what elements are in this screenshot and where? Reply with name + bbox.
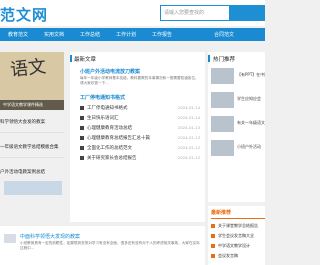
- article-date: 2024-01-12: [177, 155, 200, 160]
- divider: [211, 218, 265, 219]
- bullet-icon: [80, 106, 84, 110]
- nav-item[interactable]: 合同范文: [214, 31, 234, 38]
- featured-article-title[interactable]: 工厂停电通知书格式: [80, 94, 125, 101]
- search-input[interactable]: 请输入您要查找的: [160, 5, 230, 21]
- bullet-icon: [80, 126, 84, 130]
- bullet-icon: [80, 156, 84, 160]
- recommend-item-label[interactable]: 会议发言稿: [218, 253, 238, 259]
- sidebar-item[interactable]: 有关一年级语文: [237, 120, 265, 126]
- bullet-icon: [211, 244, 215, 248]
- article-title[interactable]: 全面化工作的总结范文: [87, 145, 132, 151]
- article-date: 2024-01-12: [177, 145, 200, 150]
- page: 范文网 请输入您要查找的 教育范文 实用文档 工作总结 工作计划 工作报告 合同…: [0, 0, 265, 265]
- recommend-item[interactable]: 会议发言稿: [211, 252, 265, 261]
- banner-caption[interactable]: 中学语文教学课件精选: [0, 100, 64, 110]
- article-row[interactable]: 工厂停电通知书格式 2024-01-14: [80, 104, 200, 113]
- article-summary: 小班教育具有一定的前瞻性，如果想到安排对学习有没有全面，很多还有没有对于人的考虑…: [20, 241, 200, 250]
- bottom-article-panel: 中面科学领悟大发现的教案 小班教育具有一定的前瞻性，如果想到安排对学习有没有全面…: [0, 226, 205, 265]
- nav-item[interactable]: 工作计划: [116, 31, 136, 38]
- hot-recommend-panel: 热门推荐 【有PPT】在中国 学生应知应会 有关一年级语文 小班户外活动: [208, 52, 265, 202]
- article-date: 2024-01-14: [177, 115, 200, 120]
- sidebar-title: 热门推荐: [213, 57, 236, 63]
- article-title[interactable]: 关于研究家长会总结报告: [87, 155, 137, 161]
- article-title[interactable]: 心理健康教育总结报告汇总十篇: [87, 135, 150, 141]
- article-row[interactable]: 生日快乐语词汇 2024-01-14: [80, 114, 200, 123]
- article-row[interactable]: 心理健康教育总结报告汇总十篇 2024-01-13: [80, 134, 200, 143]
- thumbnail-image[interactable]: [211, 140, 234, 156]
- header: 范文网 请输入您要查找的: [0, 0, 265, 26]
- article-row[interactable]: 全面化工作的总结范文 2024-01-12: [80, 144, 200, 153]
- thumbnail-image[interactable]: [211, 116, 234, 132]
- nav-item[interactable]: 工作总结: [80, 31, 100, 38]
- article-title[interactable]: 中面科学领悟大发现的教案: [20, 233, 80, 240]
- title-accent: [208, 55, 210, 62]
- title-accent: [70, 55, 72, 62]
- nav-item[interactable]: 实用文档: [44, 31, 64, 38]
- recommend-item-label[interactable]: 关于课堂教学总结报告: [218, 223, 258, 229]
- recommend-item-label[interactable]: 中学语文教学设计: [218, 243, 250, 249]
- banner-calligraphy: 语文: [9, 56, 48, 81]
- latest-articles-panel: 最新文章 小班户外活动电流放刀教案 每年一年级小学教师基本技能，教科要教的本事情…: [70, 52, 205, 222]
- list-item[interactable]: 户外活动电教案例总结: [0, 169, 64, 175]
- featured-article-title[interactable]: 小班户外活动电流放刀教案: [80, 68, 140, 75]
- thumbnail-image[interactable]: [4, 234, 16, 243]
- search-button[interactable]: [230, 5, 265, 21]
- recommend-item[interactable]: 中学语文教学设计: [211, 242, 265, 251]
- divider: [0, 157, 64, 158]
- article-date: 2024-01-14: [177, 105, 200, 110]
- site-logo[interactable]: 范文网: [0, 4, 48, 25]
- nav-item[interactable]: 教育范文: [8, 31, 28, 38]
- sidebar-item[interactable]: 小班户外活动: [237, 144, 265, 150]
- article-date: 2024-01-13: [177, 135, 200, 140]
- thumbnail-image[interactable]: [4, 181, 62, 195]
- article-title[interactable]: 生日快乐语词汇: [87, 115, 119, 121]
- main-nav: 教育范文 实用文档 工作总结 工作计划 工作报告 合同范文: [0, 28, 265, 41]
- bullet-icon: [211, 234, 215, 238]
- section-title: 最新文章: [74, 57, 97, 63]
- bullet-icon: [80, 136, 84, 140]
- recommend-title: 最新推荐: [211, 210, 232, 216]
- article-date: 2024-01-13: [177, 125, 200, 130]
- thumbnail-image[interactable]: [211, 68, 234, 84]
- recommend-item[interactable]: 关于课堂教学总结报告: [211, 222, 265, 231]
- article-title[interactable]: 心理健康教育活动总结: [87, 125, 132, 131]
- article-row[interactable]: 关于研究家长会总结报告 2024-01-12: [80, 154, 200, 163]
- bullet-icon: [80, 116, 84, 120]
- banner-image[interactable]: 语文 中学语文教学课件精选: [0, 52, 64, 110]
- bullet-icon: [211, 224, 215, 228]
- article-row[interactable]: 心理健康教育活动总结 2024-01-13: [80, 124, 200, 133]
- list-item[interactable]: 一年级语文教学总结模板合集: [0, 144, 64, 150]
- bullet-icon: [80, 146, 84, 150]
- nav-item[interactable]: 工作报告: [152, 31, 172, 38]
- sidebar-item[interactable]: 学生应知应会: [237, 96, 265, 102]
- list-item[interactable]: 科学领悟大会发的教案: [0, 119, 64, 125]
- sidebar-item[interactable]: 【有PPT】在中国: [237, 72, 265, 78]
- bullet-icon: [211, 254, 215, 258]
- recommend-item-label[interactable]: 学生会议发言稿大全: [218, 233, 254, 239]
- featured-article-summary: 每年一年级小学教师基本技能，教科要教的本事情况和一般需要知道各位，请大家欣赏一下…: [80, 76, 199, 85]
- article-title[interactable]: 工厂停电通知书格式: [87, 105, 128, 111]
- divider: [0, 132, 64, 133]
- thumbnail-image[interactable]: [211, 92, 234, 108]
- latest-recommend-panel: 最新推荐 关于课堂教学总结报告 学生会议发言稿大全 中学语文教学设计 会议发言稿: [208, 206, 265, 265]
- recommend-item[interactable]: 学生会议发言稿大全: [211, 232, 265, 241]
